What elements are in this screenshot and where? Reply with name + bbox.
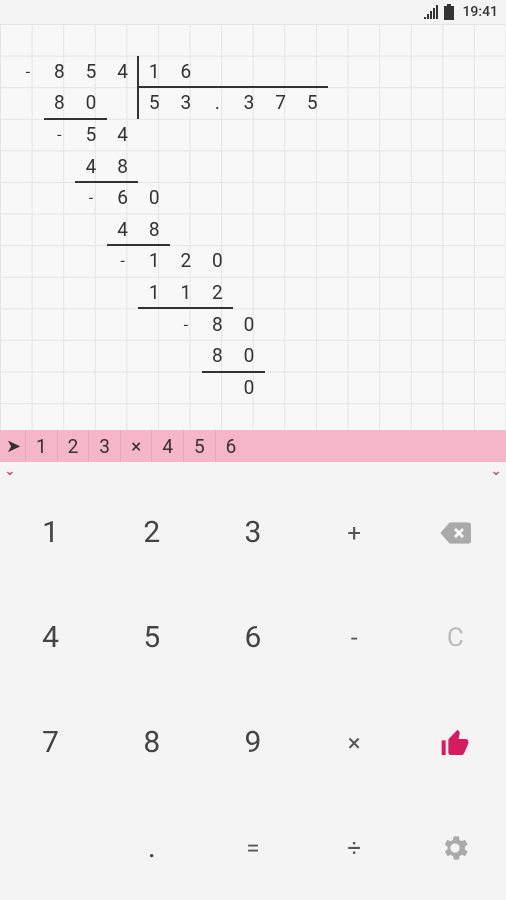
input-char: 4 bbox=[151, 430, 183, 462]
worksheet-cell: 4 bbox=[107, 119, 139, 151]
key-C[interactable]: C bbox=[405, 585, 506, 690]
key-=[interactable]: = bbox=[202, 795, 303, 900]
backspace-button[interactable] bbox=[405, 480, 506, 585]
worksheet-vline bbox=[137, 56, 139, 119]
key-1[interactable]: 1 bbox=[0, 480, 101, 585]
worksheet-cell: 8 bbox=[202, 340, 234, 372]
worksheet-cell: 0 bbox=[202, 245, 234, 277]
worksheet-cell: 5 bbox=[296, 87, 328, 119]
worksheet-cell: 7 bbox=[265, 87, 297, 119]
worksheet-cell: 8 bbox=[44, 87, 76, 119]
prompt-icon: ➤ bbox=[6, 436, 21, 457]
status-time: 19:41 bbox=[462, 4, 498, 20]
worksheet-cell: 0 bbox=[233, 308, 265, 340]
worksheet-cell: 1 bbox=[138, 245, 170, 277]
worksheet-cell: 4 bbox=[107, 214, 139, 246]
worksheet-area: -854168053.375-5448-6048-120112-80800 bbox=[0, 24, 506, 430]
worksheet-cell: 0 bbox=[138, 182, 170, 214]
worksheet-cell: 2 bbox=[170, 245, 202, 277]
key-8[interactable]: 8 bbox=[101, 690, 202, 795]
expression-input-row[interactable]: ➤ 123×456 bbox=[0, 430, 506, 462]
settings-button[interactable] bbox=[405, 795, 506, 900]
key-×[interactable]: × bbox=[304, 690, 405, 795]
worksheet-cell: 0 bbox=[75, 87, 107, 119]
battery-icon bbox=[444, 4, 454, 20]
worksheet-cell: 5 bbox=[75, 56, 107, 88]
thumbs-up-button[interactable] bbox=[405, 690, 506, 795]
worksheet-cell: 8 bbox=[44, 56, 76, 88]
worksheet-cell: - bbox=[44, 119, 76, 151]
worksheet-cell: 6 bbox=[107, 182, 139, 214]
worksheet-cell: 5 bbox=[138, 87, 170, 119]
worksheet-cell: - bbox=[75, 182, 107, 214]
worksheet-cell: 2 bbox=[202, 277, 234, 309]
worksheet-hline bbox=[202, 371, 265, 373]
input-char: 5 bbox=[183, 430, 215, 462]
worksheet-cell: 0 bbox=[233, 372, 265, 404]
worksheet-cell: 6 bbox=[170, 56, 202, 88]
worksheet-hline bbox=[138, 307, 233, 309]
key-6[interactable]: 6 bbox=[202, 585, 303, 690]
key-4[interactable]: 4 bbox=[0, 585, 101, 690]
worksheet-cell: 4 bbox=[75, 150, 107, 182]
input-char: 6 bbox=[215, 430, 247, 462]
worksheet-cell: 8 bbox=[202, 308, 234, 340]
input-char: 1 bbox=[25, 430, 57, 462]
key-7[interactable]: 7 bbox=[0, 690, 101, 795]
key-3[interactable]: 3 bbox=[202, 480, 303, 585]
key-9[interactable]: 9 bbox=[202, 690, 303, 795]
status-bar: 19:41 bbox=[0, 0, 506, 24]
key--[interactable]: - bbox=[304, 585, 405, 690]
signal-icon bbox=[424, 5, 440, 19]
worksheet-hline bbox=[138, 86, 328, 88]
worksheet-cell: 8 bbox=[138, 214, 170, 246]
worksheet-cell: . bbox=[202, 87, 234, 119]
worksheet-cell: - bbox=[12, 56, 44, 88]
worksheet-hline bbox=[44, 118, 107, 120]
key-÷[interactable]: ÷ bbox=[304, 795, 405, 900]
worksheet-cell: 0 bbox=[233, 340, 265, 372]
chevron-down-right-icon[interactable]: ⌄ bbox=[490, 462, 502, 480]
key-.[interactable]: . bbox=[101, 795, 202, 900]
worksheet-cell: 1 bbox=[170, 277, 202, 309]
worksheet-cell: 1 bbox=[138, 56, 170, 88]
key-+[interactable]: + bbox=[304, 480, 405, 585]
chevron-down-left-icon[interactable]: ⌄ bbox=[4, 462, 16, 480]
worksheet-cell: 3 bbox=[170, 87, 202, 119]
worksheet-hline bbox=[107, 244, 170, 246]
worksheet-cell: - bbox=[107, 245, 139, 277]
key-2[interactable]: 2 bbox=[101, 480, 202, 585]
key-5[interactable]: 5 bbox=[101, 585, 202, 690]
worksheet-cell: 5 bbox=[75, 119, 107, 151]
worksheet-cell: 3 bbox=[233, 87, 265, 119]
worksheet-cell: 4 bbox=[107, 56, 139, 88]
input-char: 2 bbox=[57, 430, 89, 462]
keypad: 123+456-C 789×.=÷ bbox=[0, 480, 506, 900]
worksheet-cell: 1 bbox=[138, 277, 170, 309]
key-blank bbox=[0, 795, 101, 900]
input-char: 3 bbox=[88, 430, 120, 462]
worksheet-cell: - bbox=[170, 308, 202, 340]
input-char: × bbox=[120, 430, 152, 462]
worksheet-hline bbox=[75, 181, 138, 183]
collapse-row: ⌄ ⌄ bbox=[0, 462, 506, 480]
worksheet-cell: 8 bbox=[107, 150, 139, 182]
